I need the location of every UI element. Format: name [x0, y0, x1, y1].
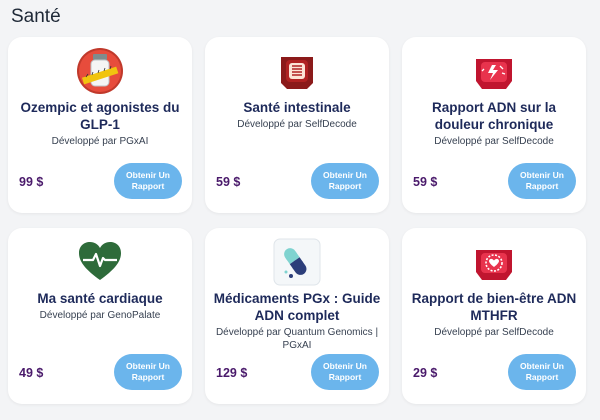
section-title: Santé [11, 6, 61, 27]
gut-health-icon [273, 47, 321, 95]
get-report-button[interactable]: Obtenir Un Rapport [508, 163, 576, 199]
mthfr-wellness-icon [470, 238, 518, 286]
get-report-button[interactable]: Obtenir Un Rapport [114, 354, 182, 390]
product-title: Santé intestinale [243, 100, 351, 115]
product-developer: Développé par Quantum Genomics | PGxAI [215, 327, 379, 351]
product-price: 59 $ [413, 175, 438, 189]
product-title: Ma santé cardiaque [37, 291, 163, 306]
product-card-gut-health[interactable]: Santé intestinale Développé par SelfDeco… [205, 37, 389, 213]
product-developer: Développé par PGxAI [51, 136, 149, 147]
product-price: 49 $ [19, 366, 44, 380]
product-price: 99 $ [19, 175, 44, 189]
product-title: Rapport de bien-être ADN MTHFR [411, 291, 577, 323]
product-card-ozempic[interactable]: Ozempic et agonistes du GLP-1 Développé … [8, 37, 192, 213]
product-price: 129 $ [216, 366, 248, 380]
product-price: 59 $ [216, 175, 241, 189]
heart-health-icon [76, 238, 124, 286]
product-developer: Développé par SelfDecode [434, 327, 554, 338]
get-report-button[interactable]: Obtenir Un Rapport [114, 163, 182, 199]
product-title: Ozempic et agonistes du GLP-1 [20, 100, 180, 132]
product-title: Rapport ADN sur la douleur chronique [431, 100, 556, 132]
get-report-button[interactable]: Obtenir Un Rapport [311, 163, 379, 199]
product-card-pgx-medications[interactable]: Médicaments PGx : Guide ADN complet Déve… [205, 228, 389, 404]
product-developer: Développé par GenoPalate [39, 310, 161, 321]
product-developer: Développé par SelfDecode [237, 119, 357, 130]
get-report-button[interactable]: Obtenir Un Rapport [311, 354, 379, 390]
chronic-pain-icon [470, 47, 518, 95]
pill-capsule-icon [273, 238, 321, 286]
ozempic-vial-icon [76, 47, 124, 95]
product-card-mthfr[interactable]: Rapport de bien-être ADN MTHFR Développé… [402, 228, 586, 404]
product-price: 29 $ [413, 366, 438, 380]
product-card-chronic-pain[interactable]: Rapport ADN sur la douleur chronique Dév… [402, 37, 586, 213]
product-developer: Développé par SelfDecode [434, 136, 554, 147]
product-card-heart-health[interactable]: Ma santé cardiaque Développé par GenoPal… [8, 228, 192, 404]
product-title: Médicaments PGx : Guide ADN complet [213, 291, 381, 323]
get-report-button[interactable]: Obtenir Un Rapport [508, 354, 576, 390]
